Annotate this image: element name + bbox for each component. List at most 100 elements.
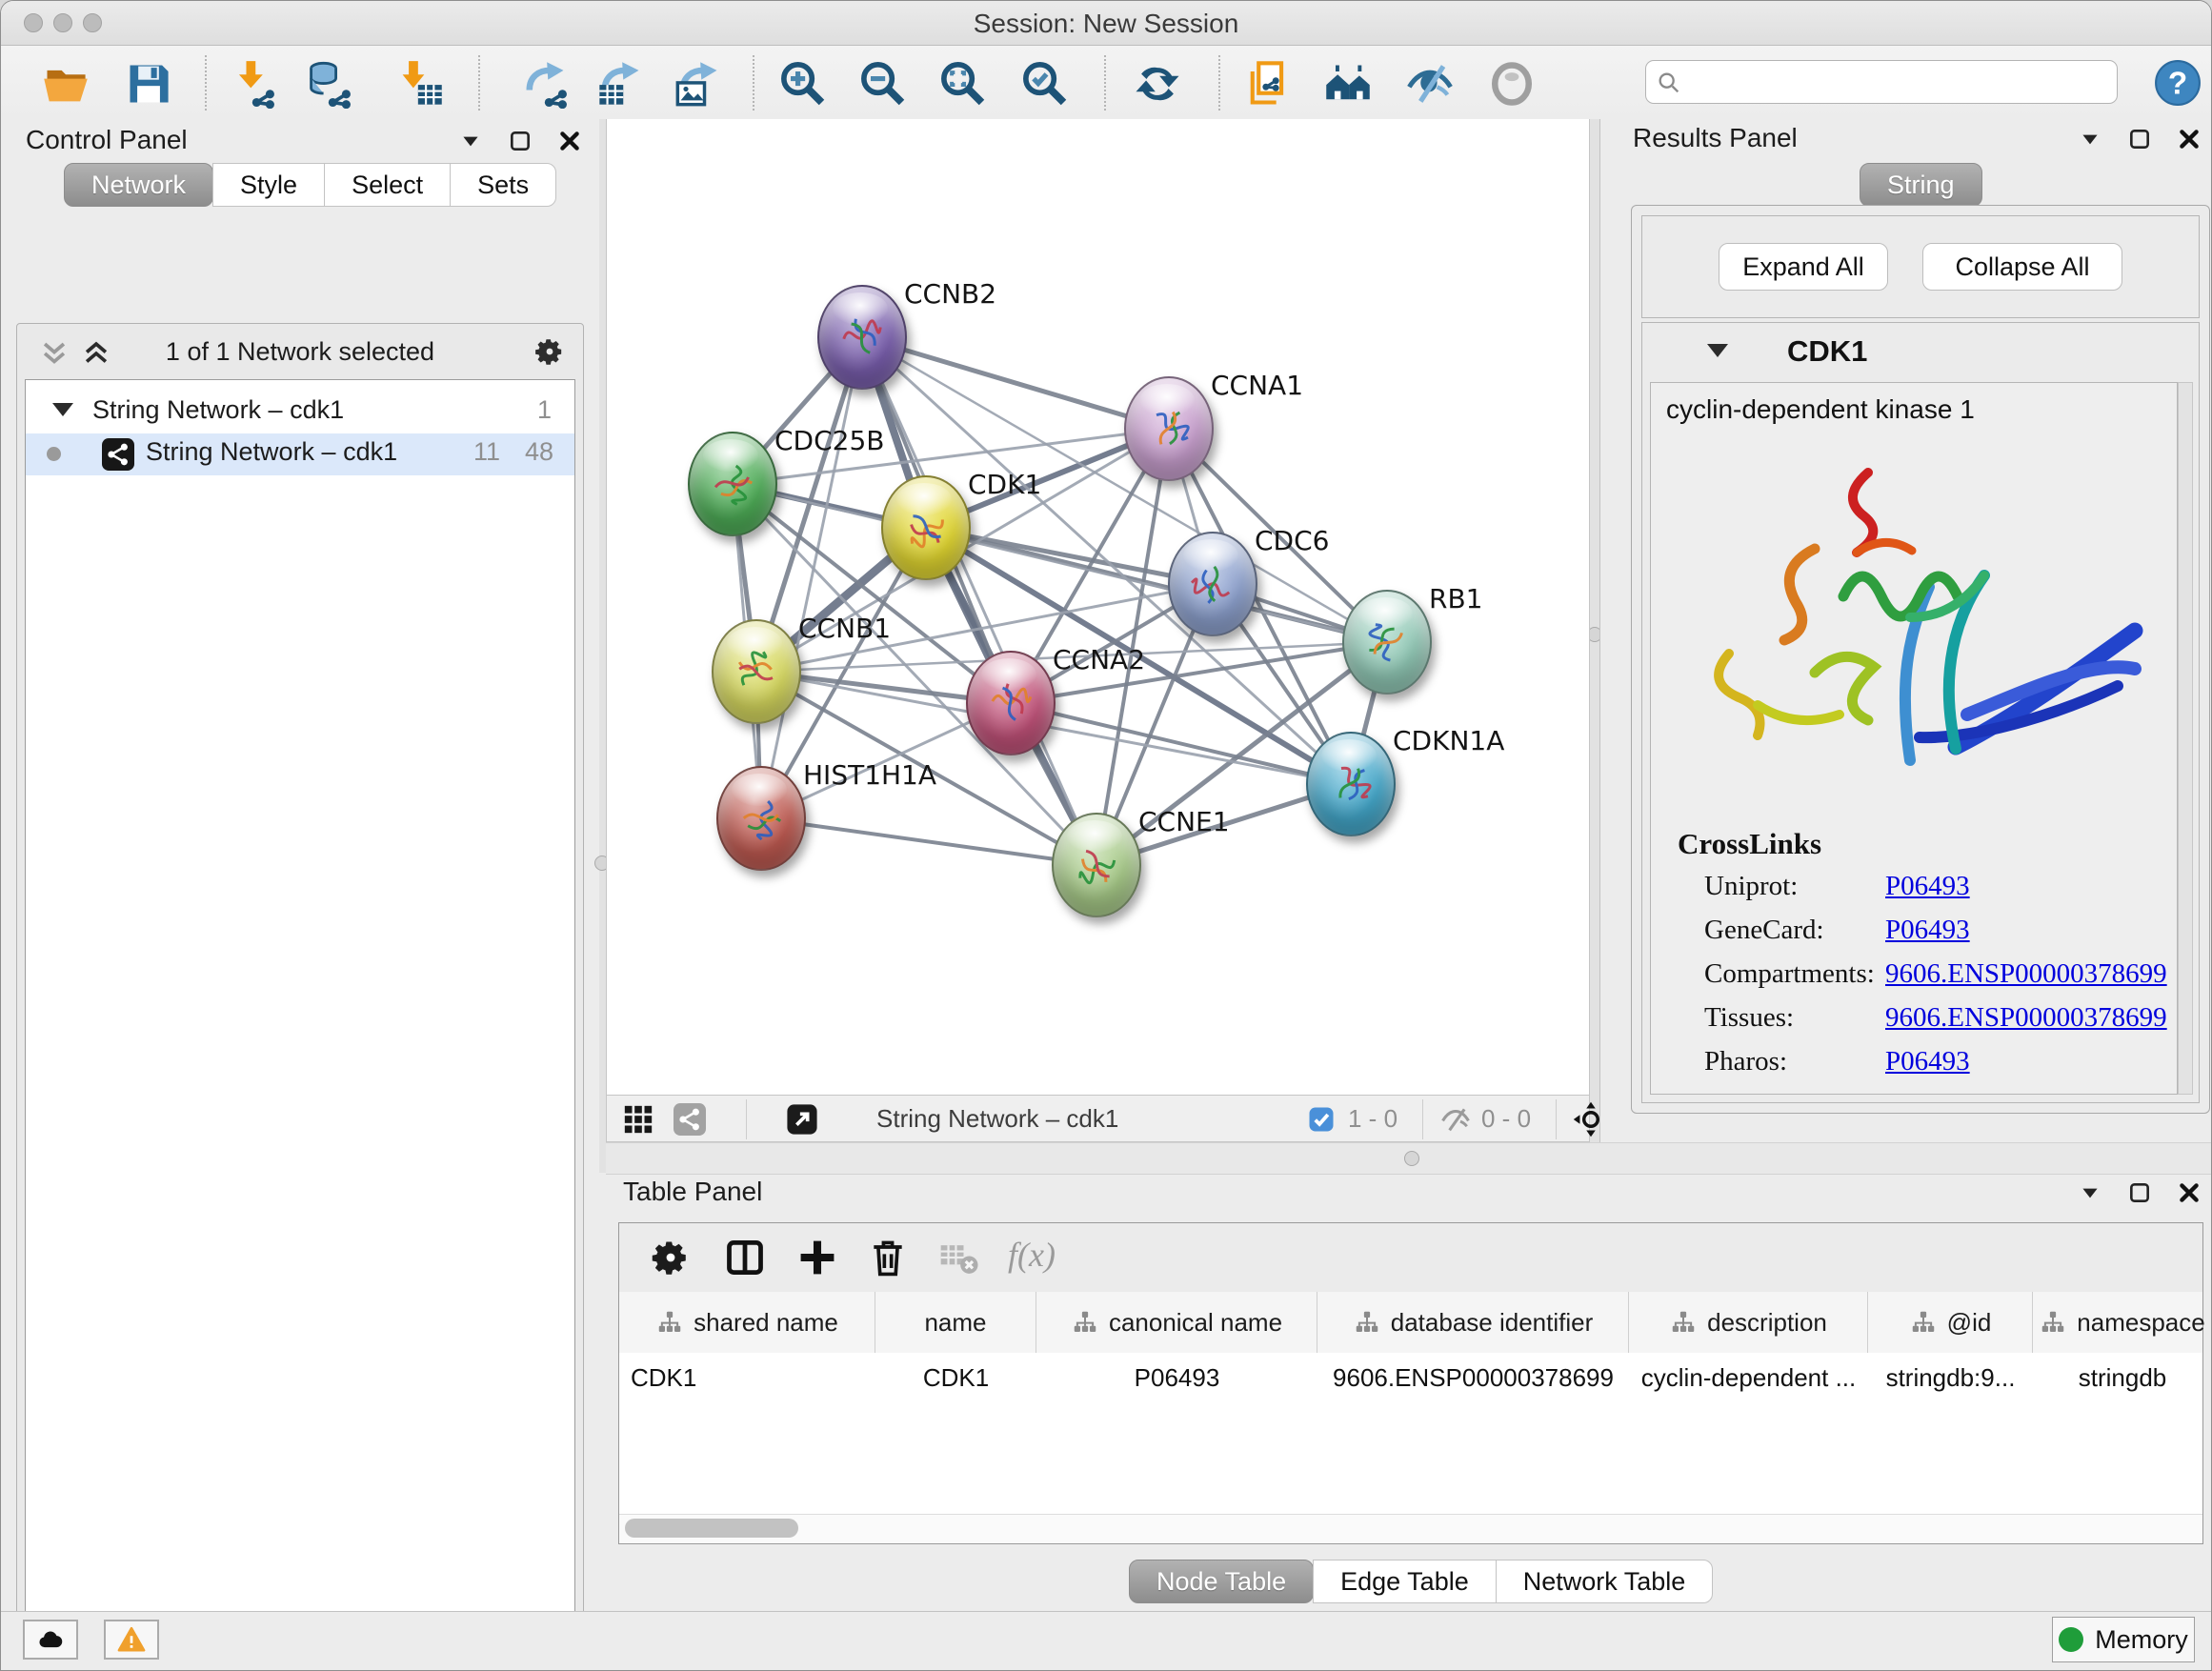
column-header-shared-name[interactable]: shared name bbox=[619, 1292, 875, 1353]
table-cell[interactable]: 9606.ENSP00000378699 bbox=[1317, 1353, 1629, 1402]
collection-expander-icon[interactable] bbox=[52, 403, 73, 416]
column-header-namespace[interactable]: namespace bbox=[2033, 1292, 2212, 1353]
table-panel-menu-icon[interactable] bbox=[2078, 1180, 2102, 1205]
horizontal-splitter[interactable] bbox=[606, 1142, 2212, 1175]
node-CCNB1[interactable] bbox=[712, 619, 801, 724]
zoom-in-button[interactable] bbox=[778, 59, 828, 109]
table-cell[interactable]: CDK1 bbox=[619, 1353, 875, 1402]
results-panel-float-icon[interactable] bbox=[2127, 127, 2152, 151]
crosslink-link[interactable]: 9606.ENSP00000378699 bbox=[1885, 1002, 2167, 1034]
control-panel-menu-icon[interactable] bbox=[458, 129, 483, 153]
node-CDKN1A[interactable] bbox=[1306, 732, 1396, 836]
table-cell[interactable]: stringdb:9... bbox=[1868, 1353, 2033, 1402]
network-row-selected[interactable]: String Network – cdk1 11 48 bbox=[26, 433, 574, 475]
export-network-button[interactable] bbox=[520, 59, 570, 109]
detach-view-icon[interactable] bbox=[786, 1103, 818, 1136]
network-canvas[interactable]: CCNB2CCNA1CDC25BCDK1CDC6RB1CCNB1CCNA2CDK… bbox=[606, 119, 1590, 1095]
import-table-from-file-button[interactable] bbox=[395, 59, 445, 109]
memory-button[interactable]: Memory bbox=[2052, 1617, 2195, 1662]
function-builder-button[interactable]: f(x) bbox=[1008, 1235, 1056, 1275]
node-CCNA1[interactable] bbox=[1124, 376, 1214, 481]
table-panel-close-icon[interactable] bbox=[2177, 1180, 2202, 1205]
grid-view-icon[interactable] bbox=[622, 1103, 654, 1136]
node-HIST1H1A[interactable] bbox=[716, 766, 806, 871]
tab-select[interactable]: Select bbox=[324, 163, 451, 207]
results-scrollbar[interactable] bbox=[2178, 382, 2193, 1095]
select-columns-icon[interactable] bbox=[724, 1237, 766, 1278]
tab-sets[interactable]: Sets bbox=[450, 163, 556, 207]
table-cell[interactable]: CDK1 bbox=[875, 1353, 1036, 1402]
crosslink-link[interactable]: P06493 bbox=[1885, 871, 1970, 902]
node-CDC6[interactable] bbox=[1168, 532, 1257, 636]
gene-header[interactable]: CDK1 bbox=[1642, 323, 2199, 382]
export-table-button[interactable] bbox=[595, 59, 645, 109]
column-header-canonical-name[interactable]: canonical name bbox=[1036, 1292, 1317, 1353]
crosslink-link[interactable]: P06493 bbox=[1885, 915, 1970, 946]
node-CCNA2[interactable] bbox=[966, 651, 1056, 755]
edge-CCNB2-CCNA1[interactable] bbox=[862, 337, 1169, 429]
hide-selected-button[interactable] bbox=[1405, 59, 1455, 109]
table-cell[interactable]: P06493 bbox=[1036, 1353, 1317, 1402]
edge-HIST1H1A-CCNE1[interactable] bbox=[761, 818, 1096, 865]
import-network-from-database-button[interactable] bbox=[304, 59, 353, 109]
crosslink-link[interactable]: 9606.ENSP00000378699 bbox=[1885, 958, 2167, 990]
import-network-from-file-button[interactable] bbox=[228, 59, 277, 109]
tab-edge-table[interactable]: Edge Table bbox=[1313, 1560, 1497, 1603]
table-cell[interactable]: stringdb bbox=[2033, 1353, 2212, 1402]
delete-column-icon[interactable] bbox=[867, 1237, 909, 1278]
tab-string[interactable]: String bbox=[1860, 163, 1982, 207]
table-cell[interactable]: cyclin-dependent ... bbox=[1629, 1353, 1868, 1402]
edge-CCNA2-CDKN1A[interactable] bbox=[1011, 703, 1351, 784]
control-panel-float-icon[interactable] bbox=[508, 129, 533, 153]
tab-network-table[interactable]: Network Table bbox=[1496, 1560, 1714, 1603]
control-panel-close-icon[interactable] bbox=[557, 129, 582, 153]
node-CCNE1[interactable] bbox=[1052, 813, 1141, 917]
column-header--id[interactable]: @id bbox=[1868, 1292, 2033, 1353]
network-view-icon[interactable] bbox=[674, 1103, 706, 1136]
node-CDK1[interactable] bbox=[881, 475, 971, 580]
hidden-eye-icon[interactable] bbox=[1439, 1103, 1472, 1136]
tab-style[interactable]: Style bbox=[212, 163, 325, 207]
results-panel-menu-icon[interactable] bbox=[2078, 127, 2102, 151]
table-panel-float-icon[interactable] bbox=[2127, 1180, 2152, 1205]
collapse-all-button[interactable]: Collapse All bbox=[1922, 243, 2122, 291]
add-column-icon[interactable] bbox=[796, 1237, 838, 1278]
edge-CCNB2-HIST1H1A[interactable] bbox=[761, 337, 862, 818]
horizontal-splitter-handle[interactable] bbox=[1404, 1151, 1419, 1166]
crosslink-link[interactable]: P06493 bbox=[1885, 1046, 1970, 1077]
node-CDC25B[interactable] bbox=[688, 432, 777, 536]
cloud-button[interactable] bbox=[23, 1620, 78, 1660]
tab-node-table[interactable]: Node Table bbox=[1129, 1560, 1314, 1603]
table-gear-icon[interactable] bbox=[650, 1237, 692, 1278]
search-input[interactable] bbox=[1690, 64, 2113, 102]
zoom-fit-button[interactable] bbox=[938, 59, 988, 109]
zoom-selected-button[interactable] bbox=[1020, 59, 1070, 109]
column-header-name[interactable]: name bbox=[875, 1292, 1036, 1353]
gene-expander-icon[interactable] bbox=[1707, 344, 1728, 357]
results-panel-close-icon[interactable] bbox=[2177, 127, 2202, 151]
copy-network-button[interactable] bbox=[1243, 59, 1293, 109]
gear-icon[interactable] bbox=[533, 335, 566, 368]
table-row[interactable]: CDK1CDK1P064939606.ENSP00000378699cyclin… bbox=[619, 1353, 2202, 1402]
warnings-button[interactable] bbox=[104, 1620, 159, 1660]
network-collection-row[interactable]: String Network – cdk1 1 bbox=[26, 392, 574, 433]
selected-checkbox-icon[interactable] bbox=[1307, 1105, 1336, 1134]
tab-network[interactable]: Network bbox=[64, 163, 213, 207]
show-all-nodes-edges-button[interactable] bbox=[1487, 59, 1537, 109]
left-splitter[interactable] bbox=[599, 119, 606, 1173]
delete-table-icon[interactable] bbox=[937, 1237, 979, 1278]
column-header-description[interactable]: description bbox=[1629, 1292, 1868, 1353]
right-splitter[interactable] bbox=[1590, 119, 1599, 1173]
export-image-button[interactable] bbox=[674, 59, 723, 109]
help-button[interactable]: ? bbox=[2154, 59, 2202, 107]
open-session-button[interactable] bbox=[41, 59, 90, 109]
apply-preferred-layout-button[interactable] bbox=[1133, 59, 1182, 109]
save-session-button[interactable] bbox=[124, 59, 173, 109]
zoom-out-button[interactable] bbox=[858, 59, 908, 109]
table-hscrollbar-thumb[interactable] bbox=[625, 1519, 798, 1538]
node-RB1[interactable] bbox=[1342, 590, 1432, 695]
first-neighbors-button[interactable] bbox=[1323, 59, 1373, 109]
node-CCNB2[interactable] bbox=[817, 285, 907, 390]
column-header-database-identifier[interactable]: database identifier bbox=[1317, 1292, 1629, 1353]
expand-all-button[interactable]: Expand All bbox=[1719, 243, 1888, 291]
